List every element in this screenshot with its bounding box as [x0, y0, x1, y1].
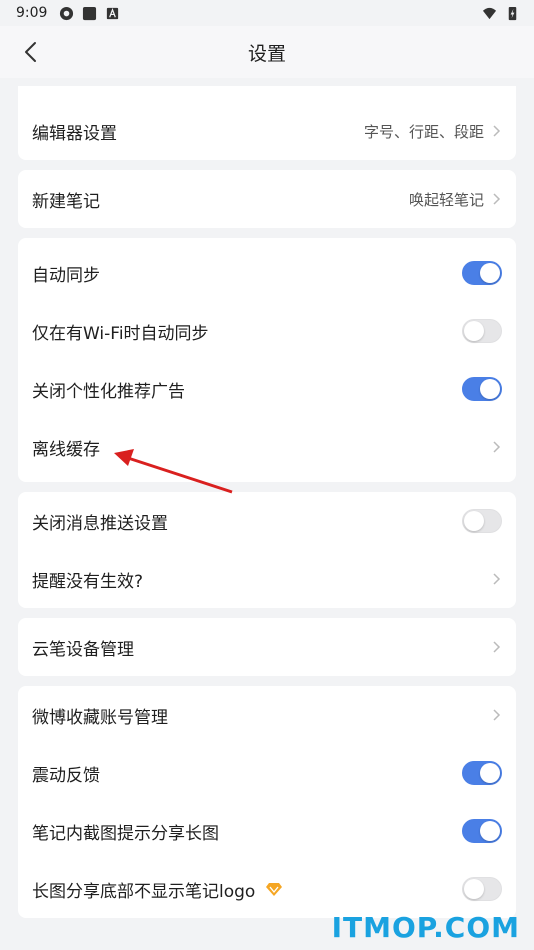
chevron-right-icon: [493, 441, 501, 453]
chevron-right-icon: [493, 709, 501, 721]
row-weibo-accounts[interactable]: 微博收藏账号管理: [18, 686, 516, 744]
row-label: 震动反馈: [32, 765, 100, 786]
row-new-note[interactable]: 新建笔记 唤起轻笔记: [18, 170, 516, 228]
row-label: 自动同步: [32, 265, 100, 286]
vpn-icon: [60, 6, 74, 20]
settings-card-misc: 微博收藏账号管理 震动反馈 笔记内截图提示分享长图 长图分享底部不显示笔记log…: [18, 686, 516, 918]
back-arrow-icon: [25, 42, 36, 62]
status-bar: 9:09: [0, 0, 534, 26]
row-hide-logo[interactable]: 长图分享底部不显示笔记logo: [18, 860, 516, 918]
row-disable-personalized-ads[interactable]: 关闭个性化推荐广告: [18, 360, 516, 418]
row-label: 新建笔记: [32, 191, 100, 212]
page-title: 设置: [247, 42, 286, 65]
row-label: 笔记内截图提示分享长图: [32, 823, 219, 844]
row-label: 关闭消息推送设置: [32, 513, 168, 534]
vibration-toggle[interactable]: [462, 761, 502, 785]
chevron-right-icon: [493, 641, 501, 653]
top-app-bar: 设置: [0, 26, 534, 78]
screenshot-share-toggle[interactable]: [462, 819, 502, 843]
back-button[interactable]: [16, 38, 44, 66]
row-label: 离线缓存: [32, 439, 100, 460]
settings-card-devices: 云笔设备管理: [18, 618, 516, 676]
wifi-icon: [482, 7, 497, 19]
row-vibration-feedback[interactable]: 震动反馈: [18, 744, 516, 802]
row-label: 提醒没有生效?: [32, 571, 144, 592]
push-notifications-toggle[interactable]: [462, 509, 502, 533]
row-editor-settings[interactable]: 编辑器设置 字号、行距、段距: [18, 102, 516, 160]
watermark: ITMOP.COM: [331, 911, 520, 944]
row-label: 长图分享底部不显示笔记logo: [32, 881, 256, 902]
row-auto-sync[interactable]: 自动同步: [18, 244, 516, 302]
row-label: 仅在有Wi-Fi时自动同步: [32, 323, 209, 344]
chevron-right-icon: [493, 125, 501, 137]
row-label: 云笔设备管理: [32, 639, 134, 660]
row-value: 字号、行距、段距: [363, 122, 484, 141]
app-square-icon: [83, 6, 97, 20]
keyboard-a-icon: [107, 7, 119, 19]
row-device-management[interactable]: 云笔设备管理: [18, 618, 516, 676]
settings-card-notifications: 关闭消息推送设置 提醒没有生效?: [18, 492, 516, 608]
wifi-only-sync-toggle[interactable]: [462, 319, 502, 343]
chevron-right-icon: [493, 573, 501, 585]
settings-list: 编辑器设置 字号、行距、段距 新建笔记 唤起轻笔记 自动同步 仅在有Wi-Fi时…: [0, 78, 534, 918]
status-time: 9:09: [16, 5, 48, 21]
row-screenshot-share-tip[interactable]: 笔记内截图提示分享长图: [18, 802, 516, 860]
settings-card-sync: 自动同步 仅在有Wi-Fi时自动同步 关闭个性化推荐广告 离线缓存: [18, 238, 516, 482]
row-label: 微博收藏账号管理: [32, 707, 168, 728]
row-label: 关闭个性化推荐广告: [32, 381, 185, 402]
row-reminder-not-working[interactable]: 提醒没有生效?: [18, 550, 516, 608]
auto-sync-toggle[interactable]: [462, 261, 502, 285]
row-offline-cache[interactable]: 离线缓存: [18, 418, 516, 476]
diamond-vip-icon: [266, 883, 283, 896]
hide-logo-toggle[interactable]: [462, 877, 502, 901]
row-value: 唤起轻笔记: [408, 190, 484, 209]
settings-card-new-note: 新建笔记 唤起轻笔记: [18, 170, 516, 228]
settings-card-editor: 编辑器设置 字号、行距、段距: [18, 86, 516, 160]
row-wifi-only-sync[interactable]: 仅在有Wi-Fi时自动同步: [18, 302, 516, 360]
battery-charging-icon: [508, 6, 517, 20]
personalized-ads-toggle[interactable]: [462, 377, 502, 401]
chevron-right-icon: [493, 193, 501, 205]
row-label: 编辑器设置: [32, 123, 117, 144]
row-disable-push[interactable]: 关闭消息推送设置: [18, 492, 516, 550]
